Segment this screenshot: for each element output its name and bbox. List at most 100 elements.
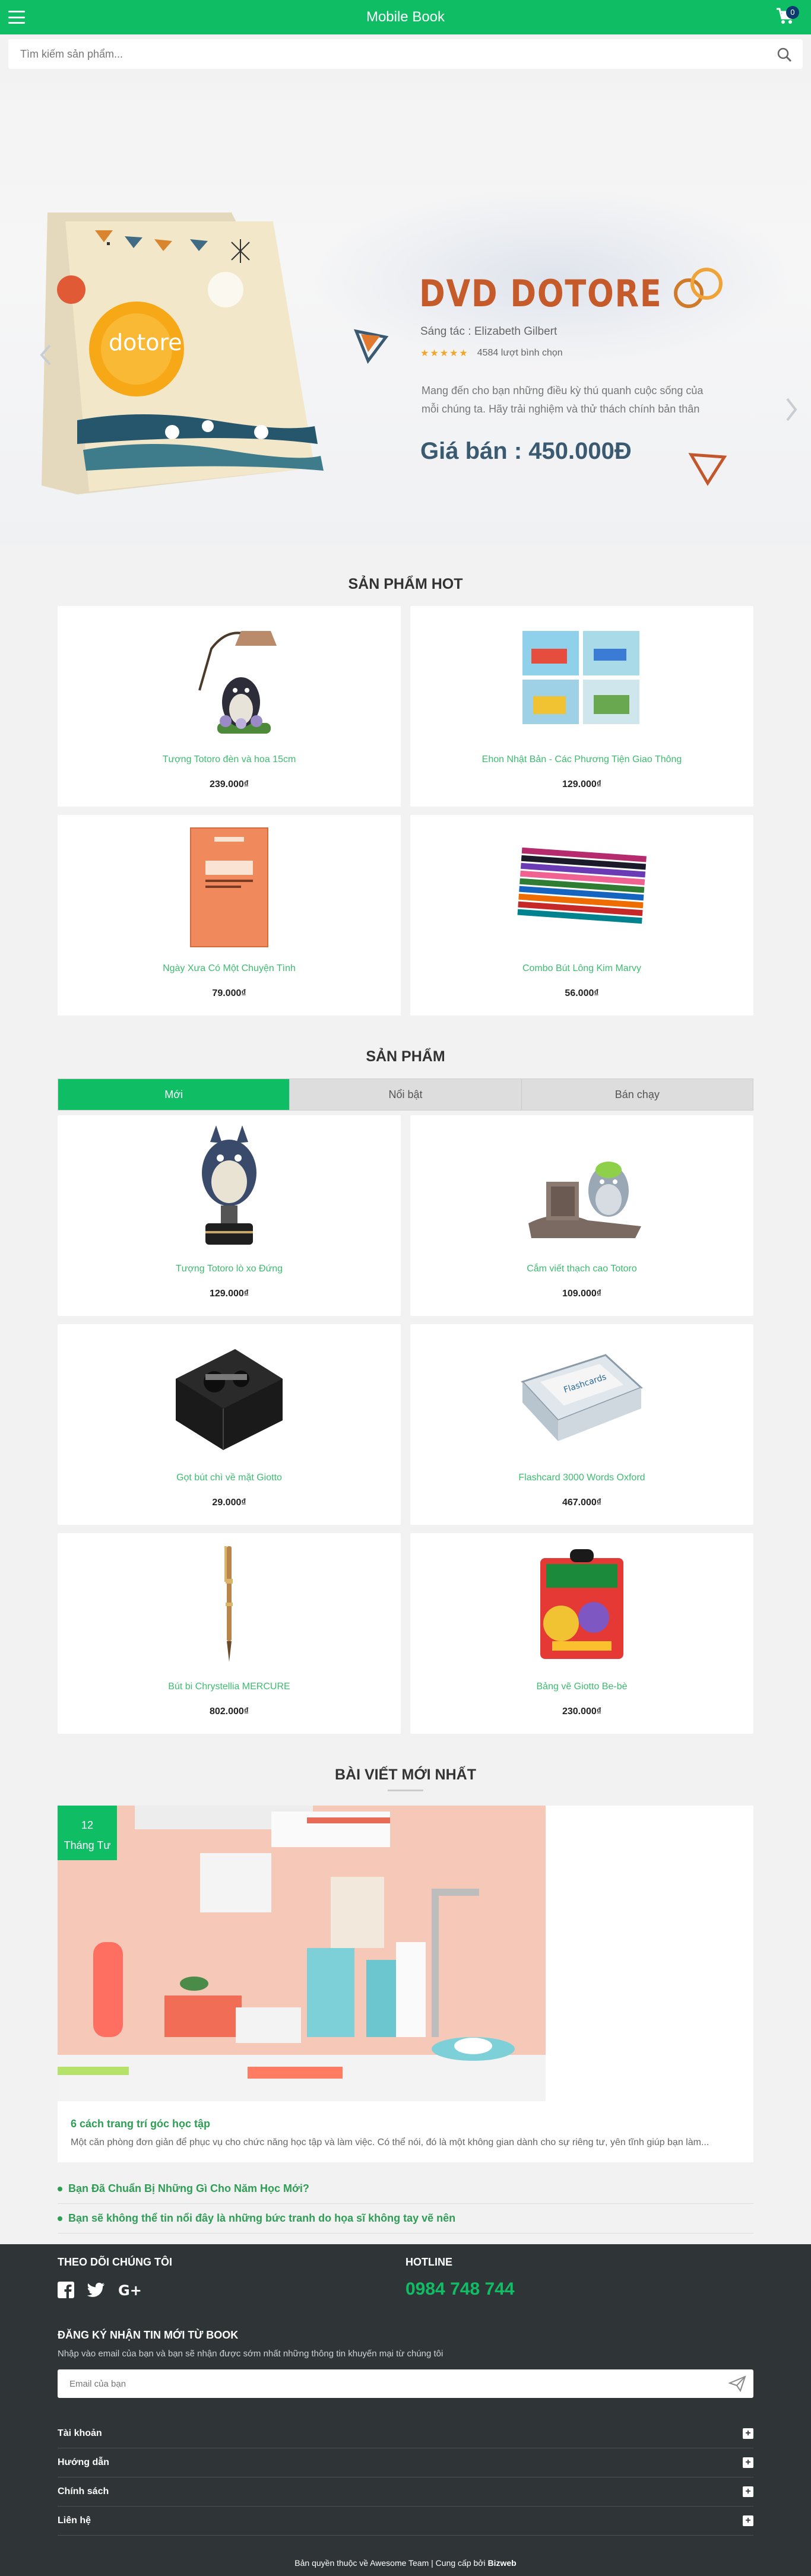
- product-price: 56.000₫: [565, 988, 599, 998]
- products-section-title: SẢN PHẨM: [366, 1048, 445, 1065]
- accordion-label: Chính sách: [58, 2486, 109, 2496]
- product-card[interactable]: Flashcards Flashcard 3000 Words Oxford 4…: [410, 1324, 753, 1525]
- blog-list-item[interactable]: Bạn sẽ không thể tin nổi đây là những bứ…: [58, 2204, 753, 2234]
- hamburger-menu-icon[interactable]: [8, 11, 25, 24]
- hero-author: Sáng tác : Elizabeth Gilbert: [420, 325, 557, 338]
- product-name[interactable]: Cắm viết thạch cao Totoro: [410, 1264, 753, 1274]
- plus-icon[interactable]: +: [743, 2457, 753, 2468]
- tab-new[interactable]: Mới: [58, 1079, 290, 1110]
- product-card[interactable]: Bảng vẽ Giotto Be-bè 230.000₫: [410, 1533, 753, 1734]
- copyright: Bản quyền thuộc về Awesome Team | Cung c…: [58, 2558, 753, 2576]
- app-title[interactable]: Mobile Book: [366, 9, 445, 26]
- hero-slider[interactable]: dotore DVD DOTORE Sáng tác : Elizabeth G…: [0, 82, 811, 545]
- product-card[interactable]: Bút bi Chrystellia MERCURE 802.000₫: [58, 1533, 401, 1734]
- product-card[interactable]: Ehon Nhật Bản - Các Phương Tiện Giao Thô…: [410, 606, 753, 807]
- product-name[interactable]: Gọt bút chì về mặt Giotto: [58, 1473, 401, 1483]
- product-name[interactable]: Ehon Nhật Bản - Các Phương Tiện Giao Thô…: [410, 754, 753, 765]
- product-price: 129.000₫: [209, 1289, 249, 1299]
- accordion-item-policy[interactable]: Chính sách +: [58, 2477, 753, 2507]
- product-name[interactable]: Flashcard 3000 Words Oxford: [410, 1473, 753, 1483]
- email-field[interactable]: [58, 2369, 753, 2398]
- accordion-item-contact[interactable]: Liên hệ +: [58, 2507, 753, 2536]
- product-name[interactable]: Ngày Xưa Có Một Chuyện Tình: [58, 963, 401, 974]
- search-icon[interactable]: [777, 47, 792, 62]
- facebook-icon[interactable]: [58, 2282, 74, 2298]
- product-name[interactable]: Bảng vẽ Giotto Be-bè: [410, 1682, 753, 1692]
- google-plus-icon[interactable]: G+: [118, 2282, 142, 2298]
- accordion-label: Liên hệ: [58, 2515, 91, 2526]
- tab-featured[interactable]: Nổi bật: [290, 1079, 522, 1110]
- accordion-label: Hướng dẫn: [58, 2457, 109, 2467]
- product-name[interactable]: Tượng Totoro đèn và hoa 15cm: [58, 754, 401, 765]
- pen-icon: [224, 1546, 233, 1662]
- accordion-label: Tài khoản: [58, 2428, 102, 2438]
- rating-count: 4584 lượt bình chọn: [477, 348, 563, 358]
- accordion-item-guide[interactable]: Hướng dẫn +: [58, 2448, 753, 2477]
- blog-post-excerpt: Một căn phòng đơn giản để phục vụ cho ch…: [71, 2137, 709, 2147]
- blog-list-item-title[interactable]: Bạn Đã Chuẩn Bị Những Gì Cho Năm Học Mới…: [68, 2182, 309, 2195]
- hot-products-grid: Tượng Totoro đèn và hoa 15cm 239.000₫ Eh…: [58, 606, 753, 1016]
- newsletter-title: ĐĂNG KÝ NHẬN TIN MỚI TỪ BOOK: [58, 2329, 239, 2341]
- product-card[interactable]: Ngày Xưa Có Một Chuyện Tình 79.000₫: [58, 815, 401, 1016]
- product-card[interactable]: Tượng Totoro đèn và hoa 15cm 239.000₫: [58, 606, 401, 807]
- product-card[interactable]: Cắm viết thạch cao Totoro 109.000₫: [410, 1115, 753, 1316]
- featured-blog-post[interactable]: 12 Tháng Tư 6 cách trang trí góc học tập…: [58, 1806, 753, 2162]
- blog-list-item-title[interactable]: Bạn sẽ không thể tin nổi đây là những bứ…: [68, 2212, 455, 2225]
- product-price: 230.000₫: [562, 1706, 602, 1717]
- totoro-spring-icon: [202, 1125, 256, 1245]
- totoro-lamp-icon: [198, 631, 277, 734]
- product-price: 29.000₫: [212, 1498, 246, 1508]
- newsletter-form: [58, 2369, 753, 2398]
- cart-icon[interactable]: 0: [775, 6, 799, 26]
- product-price: 467.000₫: [562, 1498, 602, 1508]
- product-card[interactable]: Gọt bút chì về mặt Giotto 29.000₫: [58, 1324, 401, 1525]
- slider-prev-icon[interactable]: [39, 343, 52, 367]
- svg-text:G+: G+: [118, 2282, 142, 2298]
- product-name[interactable]: Bút bi Chrystellia MERCURE: [58, 1682, 401, 1692]
- plus-icon[interactable]: +: [743, 2428, 753, 2439]
- blog-image[interactable]: 12 Tháng Tư: [58, 1806, 546, 2101]
- tab-best-selling[interactable]: Bán chạy: [521, 1079, 753, 1110]
- book-orange-icon: [190, 827, 268, 947]
- copyright-text: Bản quyền thuộc về Awesome Team | Cung c…: [294, 2558, 488, 2568]
- product-price: 109.000₫: [562, 1289, 602, 1299]
- accordion-item-account[interactable]: Tài khoản +: [58, 2419, 753, 2448]
- top-bar: Mobile Book 0: [0, 0, 811, 34]
- search-bar: [8, 39, 803, 69]
- send-icon[interactable]: [728, 2375, 746, 2392]
- date-month: Tháng Tư: [64, 1839, 111, 1851]
- date-day: 12: [81, 1819, 94, 1831]
- pens-icon: [517, 847, 647, 924]
- hero-headline: DVD DOTORE: [419, 272, 663, 315]
- product-tabs: Mới Nổi bật Bán chạy: [58, 1078, 753, 1111]
- product-card[interactable]: Tượng Totoro lò xo Đứng 129.000₫: [58, 1115, 401, 1316]
- hero-description: Mang đến cho bạn những điều kỳ thú quanh…: [422, 385, 704, 415]
- product-price: 802.000₫: [209, 1706, 249, 1717]
- copyright-brand-link[interactable]: Bizweb: [487, 2558, 516, 2568]
- footer: THEO DÕI CHÚNG TÔI G+ HOTLINE 0984 748 7…: [0, 2244, 811, 2576]
- hotline-number[interactable]: 0984 748 744: [406, 2279, 753, 2299]
- drawing-board-icon: [540, 1549, 623, 1659]
- product-price: 79.000₫: [212, 988, 246, 998]
- blog-post-title[interactable]: 6 cách trang trí góc học tập: [71, 2118, 753, 2130]
- plus-icon[interactable]: +: [743, 2486, 753, 2497]
- products-grid: Tượng Totoro lò xo Đứng 129.000₫ Cắm viế…: [58, 1115, 753, 1734]
- sharpener-icon: [176, 1349, 283, 1450]
- plus-icon[interactable]: +: [743, 2515, 753, 2526]
- twitter-icon[interactable]: [87, 2282, 105, 2298]
- flashcard-icon: Flashcards: [521, 1354, 643, 1441]
- blog-post-list: Bạn Đã Chuẩn Bị Những Gì Cho Năm Học Mới…: [58, 2174, 753, 2234]
- hot-section-title: SẢN PHẨM HOT: [348, 576, 463, 592]
- search-input[interactable]: [8, 39, 803, 69]
- hero-book-image: dotore: [42, 212, 324, 494]
- date-badge: 12 Tháng Tư: [58, 1806, 117, 1860]
- newsletter-description: Nhập vào email của bạn và bạn sẽ nhận đư…: [58, 2349, 443, 2359]
- slider-next-icon[interactable]: [785, 396, 798, 423]
- product-name[interactable]: Combo Bút Lông Kim Marvy: [410, 963, 753, 974]
- blog-list-item[interactable]: Bạn Đã Chuẩn Bị Những Gì Cho Năm Học Mới…: [58, 2174, 753, 2204]
- decor-rings-icon: [674, 268, 723, 308]
- decor-triangle-icon: [353, 329, 389, 364]
- footer-accordion: Tài khoản + Hướng dẫn + Chính sách + Liê…: [58, 2419, 753, 2536]
- product-card[interactable]: Combo Bút Lông Kim Marvy 56.000₫: [410, 815, 753, 1016]
- product-name[interactable]: Tượng Totoro lò xo Đứng: [58, 1264, 401, 1274]
